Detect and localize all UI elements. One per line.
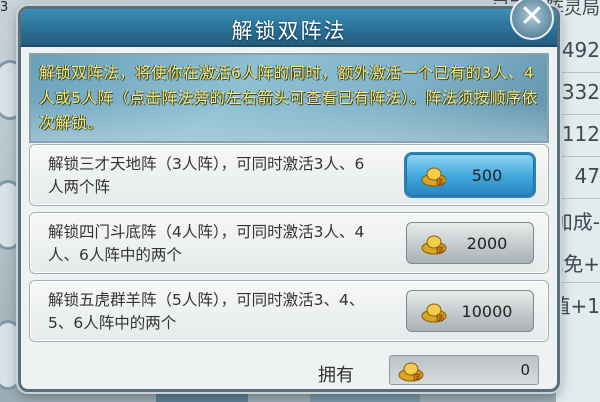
unlock-price-button[interactable]: 绑 2000	[406, 222, 534, 264]
owned-label: 拥有	[318, 365, 354, 386]
price-text: 10000	[461, 302, 513, 321]
unlock-price-button[interactable]: 绑 500	[406, 154, 534, 196]
bg-right-text: 332	[561, 80, 600, 104]
dialog-titlebar: 解锁双阵法	[21, 9, 557, 47]
option-label: 解锁三才天地阵（3人阵），可同时激活3人、6人两个阵	[48, 155, 365, 196]
bg-right-text: 47	[574, 164, 600, 188]
unlock-dual-formation-dialog: 解锁双阵法 解锁双阵法，将使你在激活6人阵的同时，额外激活一个已有的3人、4人或…	[18, 6, 560, 392]
ingot-badge: 绑	[436, 313, 444, 323]
unlock-option-5-person: 解锁五虎群羊阵（5人阵），可同时激活3、4、5、6人阵中的两个 绑 10000	[29, 280, 549, 342]
gold-ingot-icon: 绑	[421, 303, 447, 323]
option-label: 解锁五虎群羊阵（5人阵），可同时激活3、4、5、6人阵中的两个	[48, 291, 365, 332]
corner-number: 3	[0, 0, 9, 15]
bg-right-text: 492	[561, 38, 600, 62]
price-text: 2000	[466, 234, 508, 253]
unlock-option-4-person: 解锁四门斗底阵（4人阵），可同时激活3人、4人、6人阵中的两个 绑 2000	[29, 212, 549, 274]
description-panel: 解锁双阵法，将使你在激活6人阵的同时，额外激活一个已有的3人、4人或5人阵（点击…	[29, 53, 549, 143]
ingot-badge: 绑	[436, 177, 444, 187]
ingot-badge: 绑	[413, 372, 421, 382]
price-text: 500	[471, 166, 503, 185]
unlock-option-3-person: 解锁三才天地阵（3人阵），可同时激活3人、6人两个阵 绑 500	[29, 144, 549, 206]
option-label: 解锁四门斗底阵（4人阵），可同时激活3人、4人、6人阵中的两个	[48, 223, 365, 264]
ingot-badge: 绑	[436, 245, 444, 255]
bound-gold-ingot-icon: 绑	[398, 362, 424, 382]
gold-ingot-icon: 绑	[421, 167, 447, 187]
gold-ingot-icon: 绑	[421, 235, 447, 255]
description-text: 解锁双阵法，将使你在激活6人阵的同时，额外激活一个已有的3人、4人或5人阵（点击…	[39, 64, 538, 132]
owned-currency-box: 绑 0	[389, 355, 539, 385]
dialog-title: 解锁双阵法	[231, 19, 347, 43]
unlock-price-button[interactable]: 绑 10000	[406, 290, 534, 332]
bg-right-text: 112	[561, 122, 600, 146]
owned-value: 0	[520, 361, 530, 379]
bg-right-panel: 已下阵阵灵局 492 332 112 47 加成- 载免+ 值+1	[492, 0, 600, 402]
